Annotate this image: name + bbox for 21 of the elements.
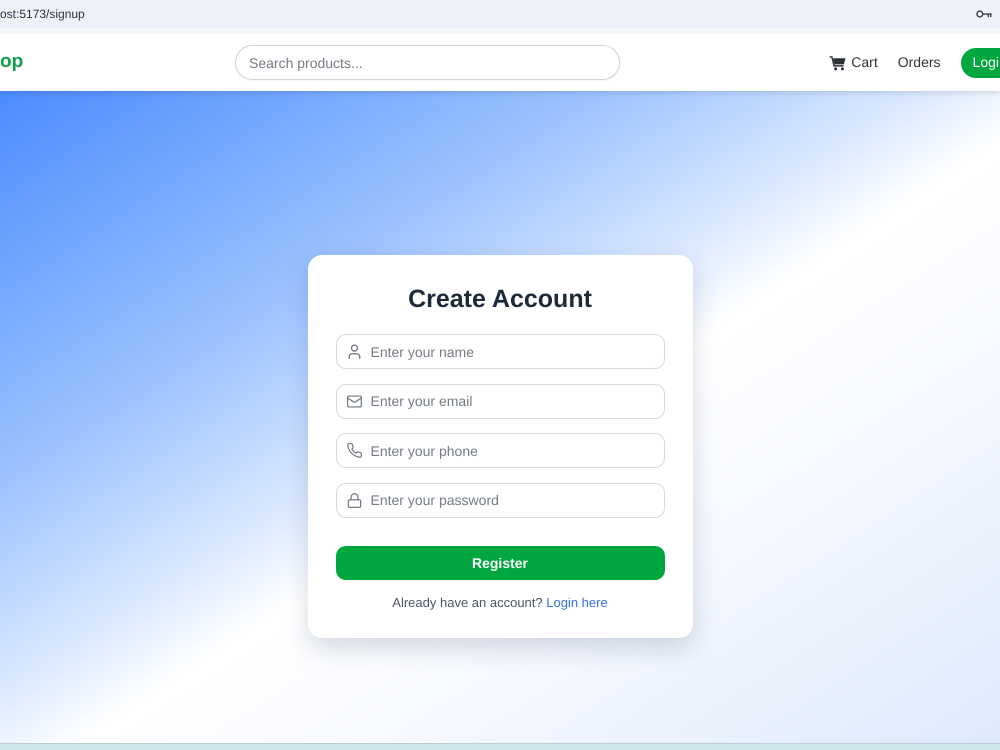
logo-text[interactable]: op (0, 50, 24, 72)
login-prompt: Already have an account? Login here (391, 595, 609, 611)
login-button[interactable]: Logi (960, 48, 1000, 78)
phone-field[interactable]: Enter your phone (336, 433, 664, 468)
address-bar[interactable]: ost:5173/signup (0, 0, 1000, 28)
cart-link[interactable]: Cart (829, 52, 878, 73)
cart-icon (829, 54, 846, 70)
email-field[interactable]: Enter your email (336, 384, 664, 418)
mail-icon (346, 394, 362, 408)
form-title: Create Account (407, 284, 593, 315)
search-field[interactable]: Search products... (235, 45, 620, 80)
name-field[interactable]: Enter your name (336, 334, 664, 369)
url-text: ost:5173/signup (0, 6, 85, 23)
password-field[interactable]: Enter your password (336, 482, 664, 518)
orders-link[interactable]: Orders (898, 52, 941, 73)
register-button[interactable]: Register (336, 546, 664, 580)
phone-icon (346, 443, 362, 458)
lock-icon (346, 492, 362, 508)
user-icon (346, 344, 362, 359)
login-link[interactable]: Login here (546, 595, 608, 610)
key-icon (976, 10, 992, 18)
